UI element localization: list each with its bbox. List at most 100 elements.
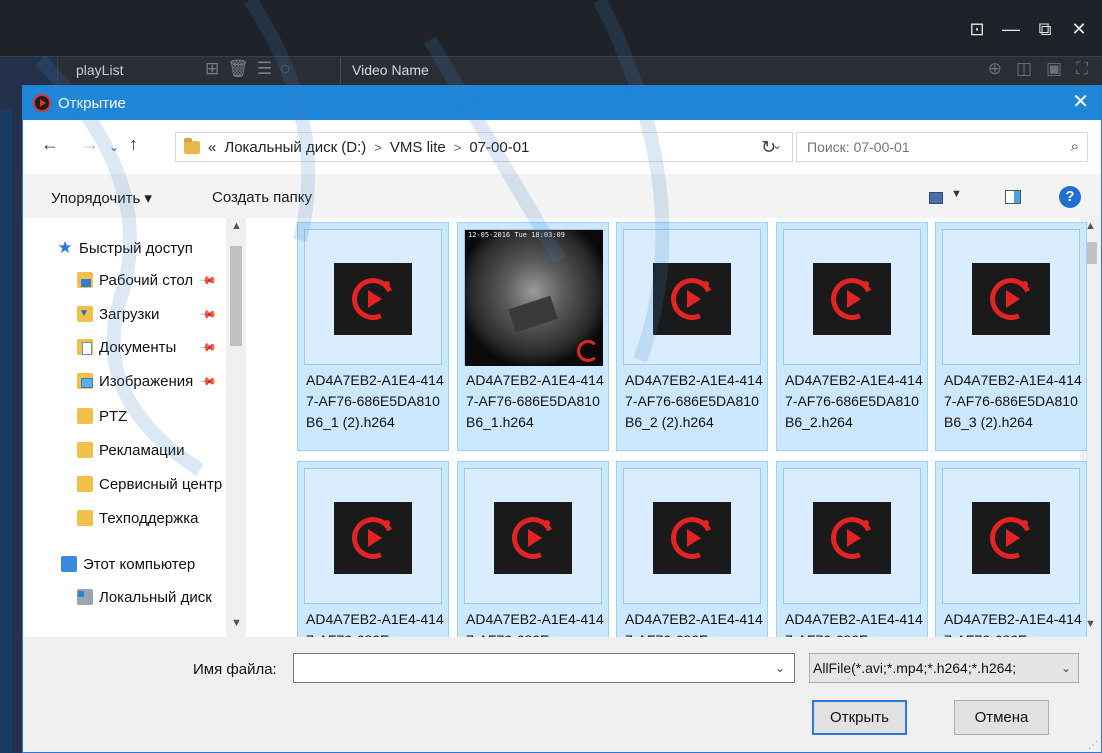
close-app-icon[interactable]: ✕ [1070,20,1088,38]
nav-item[interactable]: PTZ [77,402,223,430]
layout-icon[interactable]: ▣ [1046,59,1062,79]
close-icon[interactable]: ✕ [1072,90,1089,114]
snapshot-icon[interactable]: ◫ [1016,59,1032,79]
nav-item-label: Быстрый доступ [79,239,193,257]
file-tile[interactable]: AD4A7EB2-A1E4-4147-AF76-686E [935,461,1087,637]
nav-item[interactable]: Локальный диск [77,583,223,611]
play-triangle-icon [687,290,701,308]
nav-item[interactable]: ★ Быстрый доступ [57,234,223,262]
file-tile[interactable]: AD4A7EB2-A1E4-4147-AF76-686E5DA810B6_3 (… [935,222,1087,451]
organize-button[interactable]: Упорядочить ▾ [51,189,152,207]
nav-item-label: Рабочий стол [99,271,194,289]
navigation-pane: ▲ ▼ ★Быстрый доступРабочий стол📌Загрузки… [23,218,249,637]
chevron-down-icon[interactable]: ⌄ [775,661,785,675]
forward-arrow-icon[interactable]: → [81,134,99,155]
file-name: AD4A7EB2-A1E4-4147-AF76-686E [306,611,444,637]
file-tile[interactable]: AD4A7EB2-A1E4-4147-AF76-686E [297,461,449,637]
fullscreen-icon[interactable]: ⛶ [1076,59,1088,79]
nav-item-label: Рекламации [99,441,185,459]
folder-icon [77,408,93,424]
file-name: AD4A7EB2-A1E4-4147-AF76-686E5DA810B6_1 (… [306,372,444,430]
nav-item[interactable]: Изображения 📌 [77,367,223,395]
documents-folder-icon [77,339,93,355]
preview-pane-icon[interactable] [1005,190,1021,204]
cancel-button[interactable]: Отмена [954,700,1049,735]
breadcrumb-overflow[interactable]: « [208,139,216,156]
breadcrumb-current-folder[interactable]: 07-00-01 [469,139,529,156]
file-type-filter[interactable]: AllFile(*.avi;*.mp4;*.h264;*.h264; ⌄ [809,653,1079,683]
pin-icon[interactable]: 📌 [199,338,218,356]
pin-icon[interactable]: 📌 [199,305,218,323]
player-logo-icon [813,502,891,574]
help-icon[interactable]: ? [1059,186,1081,208]
breadcrumb-drive[interactable]: Локальный диск (D:) [224,139,366,156]
scroll-up-icon[interactable]: ▲ [231,220,242,232]
file-tile[interactable]: AD4A7EB2-A1E4-4147-AF76-686E5DA810B6_1 (… [297,222,449,451]
new-folder-button[interactable]: Создать папку [212,189,312,206]
computer-icon [61,556,77,572]
video-name-header: Video Name [352,62,429,78]
breadcrumb-separator: > [374,139,382,155]
address-bar[interactable]: « Локальный диск (D:) > VMS lite > 07-00… [175,132,793,162]
search-input[interactable] [807,139,1047,155]
breadcrumb-vms-lite[interactable]: VMS lite [390,139,446,156]
nav-item[interactable]: Сервисный центр [77,470,223,498]
restore-panel-icon[interactable]: ⊡ [968,20,986,38]
add-icon[interactable]: ⊞ [205,59,219,79]
file-name: AD4A7EB2-A1E4-4147-AF76-686E5DA810B6_2.h… [785,372,923,430]
player-logo-icon [813,263,891,335]
list-icon[interactable]: ☰ [257,59,272,79]
refresh-icon[interactable]: ◌ [280,59,290,79]
open-button[interactable]: Открыть [812,700,907,735]
nav-item[interactable]: Техподдержка [77,504,223,532]
file-list: ▲ ▼ AD4A7EB2-A1E4-4147-AF76-686E5DA810B6… [249,218,1101,637]
app-topbar: ⊡ — ⧉ ✕ [0,0,1102,57]
navigation-scrollbar[interactable]: ▲ ▼ [226,218,246,637]
pin-icon[interactable]: 📌 [199,271,218,289]
file-tile[interactable]: AD4A7EB2-A1E4-4147-AF76-686E [457,461,609,637]
resize-grip-icon[interactable]: ⋰ [1088,740,1098,751]
scroll-thumb[interactable] [230,246,242,346]
file-name: AD4A7EB2-A1E4-4147-AF76-686E5DA810B6_3 (… [944,372,1082,430]
file-thumbnail: 12-05-2016 Tue 18:03:09 [464,229,603,366]
minimize-icon[interactable]: — [1002,20,1020,38]
maximize-icon[interactable]: ⧉ [1036,20,1054,38]
delete-icon[interactable]: 🗑 [227,59,249,79]
file-tile[interactable]: AD4A7EB2-A1E4-4147-AF76-686E5DA810B6_2 (… [616,222,768,451]
nav-item-label: Техподдержка [99,509,199,527]
player-dot [703,520,709,526]
nav-item[interactable]: Рабочий стол 📌 [77,266,223,294]
nav-item[interactable]: Загрузки 📌 [77,300,223,328]
app-right-toolbar: ⊕ ◫ ▣ ⛶ [988,59,1088,79]
view-options-chevron-icon[interactable]: ▼ [951,188,962,200]
scroll-down-icon[interactable]: ▼ [231,617,242,629]
file-thumbnail [942,229,1080,365]
change-view-icon[interactable] [929,192,943,204]
nav-item[interactable]: Этот компьютер [61,550,223,578]
nav-item[interactable]: Рекламации [77,436,223,464]
chevron-down-icon[interactable]: ⌄ [1057,661,1071,675]
refresh-icon[interactable]: ↻ [761,137,776,158]
player-logo-icon [494,502,572,574]
app-left-accent [0,110,12,753]
up-arrow-icon[interactable]: ↑ [129,134,138,155]
command-toolbar: Упорядочить ▾ Создать папку ▼ ? [23,174,1101,218]
pictures-folder-icon [77,373,93,389]
folder-icon [77,442,93,458]
file-tile[interactable]: AD4A7EB2-A1E4-4147-AF76-686E5DA810B6_2.h… [776,222,928,451]
recent-locations-chevron-icon[interactable]: ⌄ [109,140,119,154]
file-thumbnail [623,229,761,365]
player-dot [384,520,390,526]
address-row: ← → ⌄ ↑ « Локальный диск (D:) > VMS lite… [23,120,1101,174]
file-tile[interactable]: 12-05-2016 Tue 18:03:09 AD4A7EB2-A1E4-414… [457,222,609,451]
nav-item[interactable]: Документы 📌 [77,333,223,361]
zoom-icon[interactable]: ⊕ [988,59,1002,79]
search-icon[interactable]: ⌕ [1071,138,1079,155]
folder-icon [77,476,93,492]
pin-icon[interactable]: 📌 [199,372,218,390]
filename-input[interactable] [294,654,764,682]
folder-icon [77,510,93,526]
back-arrow-icon[interactable]: ← [41,134,59,155]
file-tile[interactable]: AD4A7EB2-A1E4-4147-AF76-686E [616,461,768,637]
file-tile[interactable]: AD4A7EB2-A1E4-4147-AF76-686E [776,461,928,637]
